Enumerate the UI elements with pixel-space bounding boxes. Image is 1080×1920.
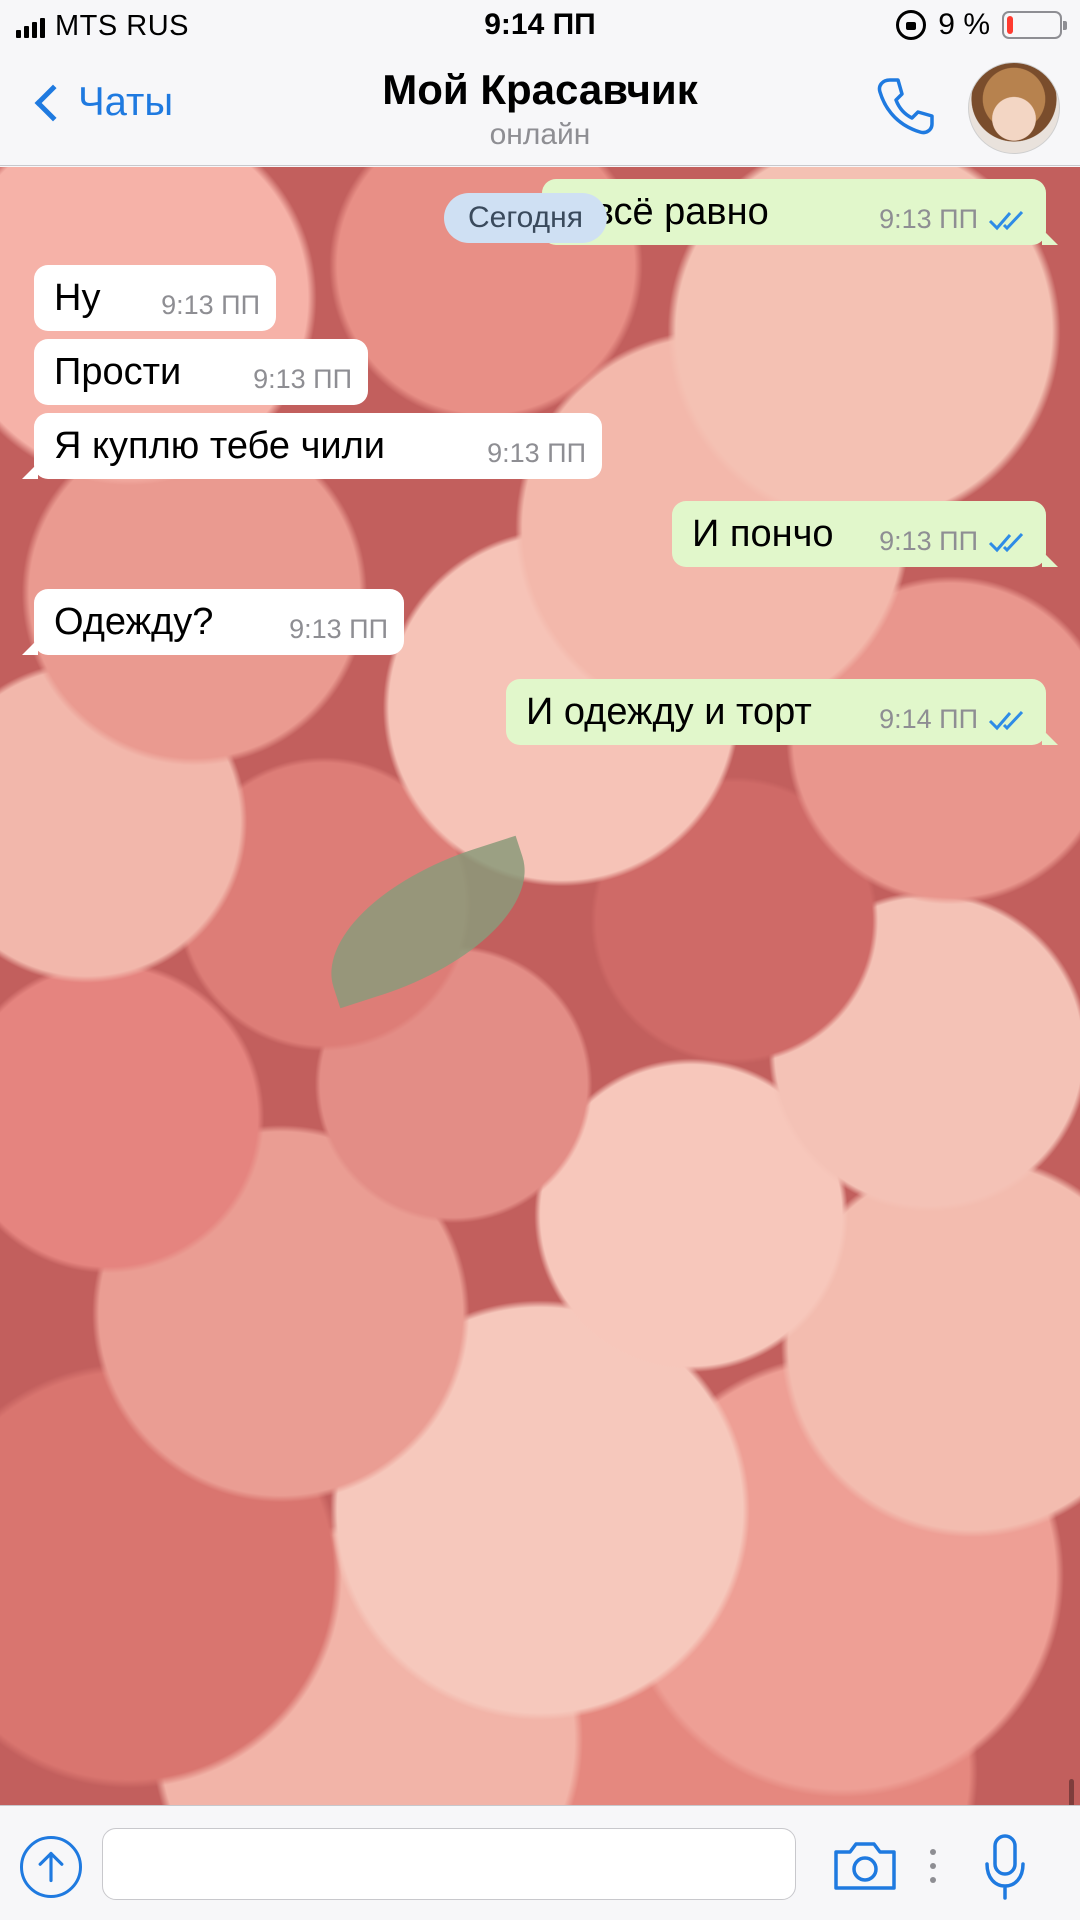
message-input-bar <box>0 1805 1080 1920</box>
contact-avatar[interactable] <box>968 62 1060 154</box>
message-text: И пончо <box>692 512 834 555</box>
microphone-icon[interactable] <box>980 1832 1030 1902</box>
message-bubble-incoming[interactable]: Ну 9:13 ПП <box>34 265 276 331</box>
message-text: Я куплю тебе чили <box>54 424 385 467</box>
battery-level <box>1007 16 1013 34</box>
message-bubble-outgoing[interactable]: е всё равно 9:13 ПП <box>542 179 1058 245</box>
camera-icon[interactable] <box>832 1840 898 1892</box>
bubble-tail <box>22 639 38 655</box>
message-text: Одежду? <box>54 600 214 643</box>
date-separator: Сегодня <box>444 193 607 243</box>
message-time: 9:13 ПП <box>487 437 586 468</box>
background-leaf <box>306 835 550 1009</box>
read-receipt-icon <box>988 210 1024 231</box>
scroll-indicator[interactable] <box>1069 1779 1074 1805</box>
bubble-tail <box>1042 551 1058 567</box>
status-bar: MTS RUS 9:14 ПП 9 % <box>0 0 1080 54</box>
read-receipt-icon <box>988 710 1024 731</box>
message-time: 9:14 ПП <box>879 703 978 734</box>
rotation-lock-icon <box>896 10 927 40</box>
status-right: 9 % <box>896 8 1067 42</box>
message-time: 9:13 ПП <box>161 289 260 320</box>
battery-percent: 9 % <box>938 8 990 41</box>
message-bubble-incoming[interactable]: Прости 9:13 ПП <box>34 339 368 405</box>
chat-header: Чаты Мой Красавчик онлайн <box>0 54 1080 166</box>
chat-area[interactable]: е всё равно 9:13 ПП Сегодня Ну 9:13 ПП П… <box>0 167 1080 1805</box>
phone-icon[interactable] <box>874 74 938 138</box>
message-bubble-incoming[interactable]: Одежду? 9:13 ПП <box>22 589 404 655</box>
bubble-tail <box>1042 729 1058 745</box>
battery-icon <box>1002 11 1067 39</box>
message-bubble-outgoing[interactable]: И пончо 9:13 ПП <box>672 501 1058 567</box>
message-text: И одежду и торт <box>526 690 812 733</box>
bubble-tail <box>22 463 38 479</box>
bubble-tail <box>1042 229 1058 245</box>
message-time: 9:13 ПП <box>253 363 352 394</box>
upload-arrow-icon[interactable] <box>20 1836 82 1898</box>
message-input[interactable] <box>102 1828 796 1900</box>
message-text: Ну <box>54 276 101 319</box>
message-bubble-incoming[interactable]: Я куплю тебе чили 9:13 ПП <box>22 413 602 479</box>
message-time: 9:13 ПП <box>879 525 978 556</box>
more-dots-icon[interactable] <box>930 1846 936 1886</box>
message-time: 9:13 ПП <box>879 203 978 234</box>
message-text: Прости <box>54 350 182 393</box>
read-receipt-icon <box>988 532 1024 553</box>
message-bubble-outgoing[interactable]: И одежду и торт 9:14 ПП <box>506 679 1058 745</box>
message-time: 9:13 ПП <box>289 613 388 644</box>
